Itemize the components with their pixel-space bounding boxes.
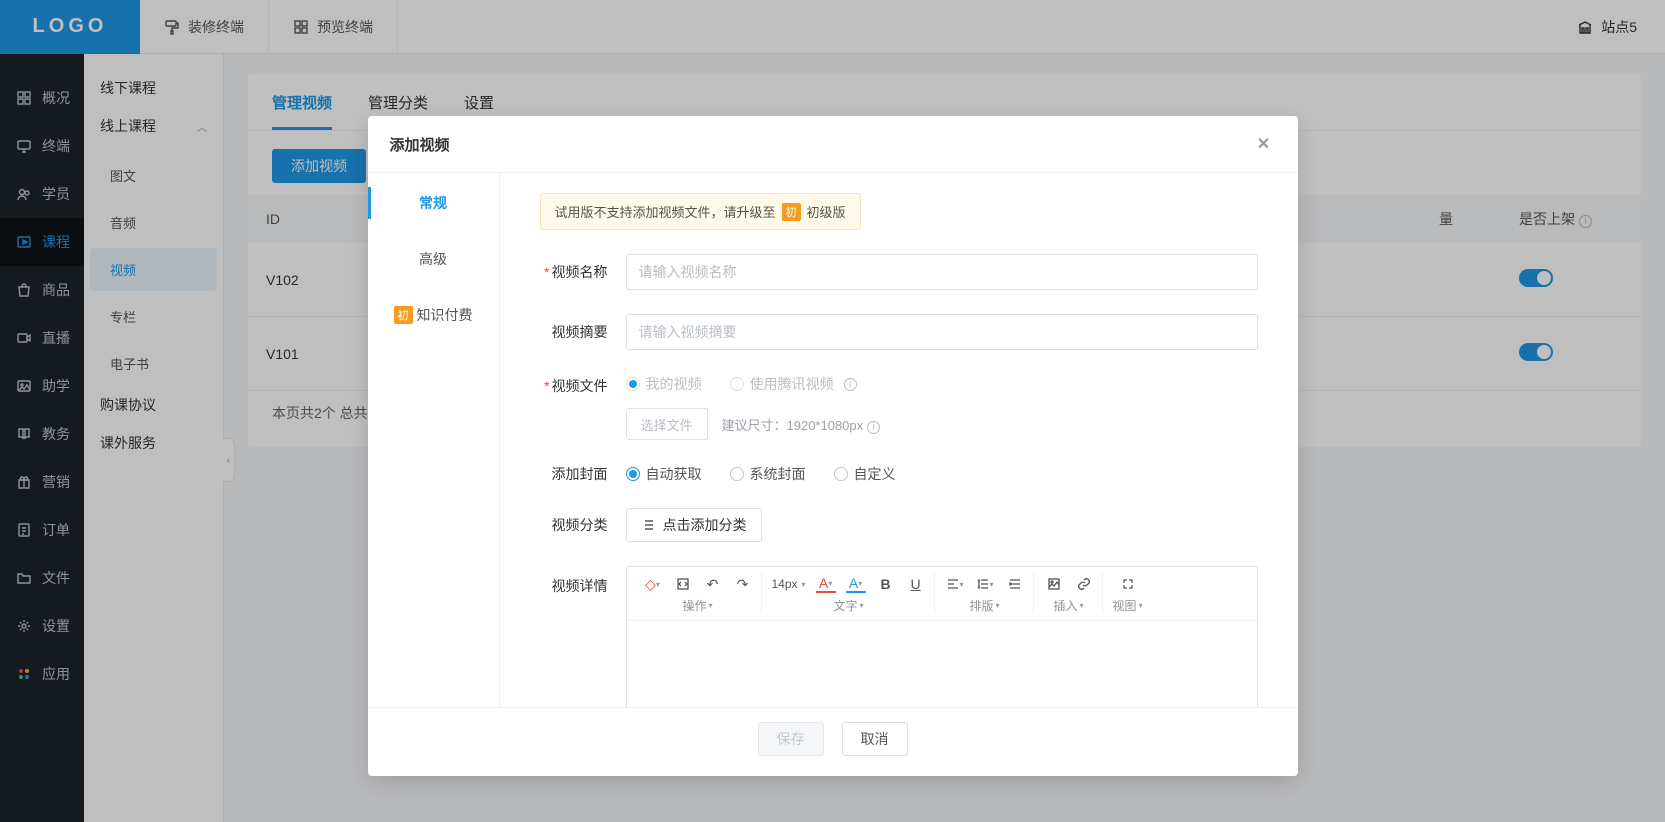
underline-icon[interactable]: U bbox=[906, 574, 926, 594]
editor-group-layout: 排版▾ bbox=[970, 597, 1000, 614]
modal-tab-normal[interactable]: 常规 bbox=[368, 175, 499, 231]
modal-title: 添加视频 bbox=[390, 134, 450, 155]
info-icon: i bbox=[867, 421, 880, 434]
redo-icon[interactable]: ↷ bbox=[733, 574, 753, 594]
modal-footer: 保存 取消 bbox=[368, 707, 1298, 776]
label-video-name: *视频名称 bbox=[540, 262, 626, 282]
editor-toolbar: ◇▾ ↶ ↷ 操作▾ 14px▾ bbox=[627, 567, 1257, 621]
radio-my-video[interactable]: 我的视频 bbox=[626, 374, 702, 394]
radio-cover-custom[interactable]: 自定义 bbox=[834, 464, 896, 484]
label-category: 视频分类 bbox=[540, 515, 626, 535]
image-insert-icon[interactable] bbox=[1044, 574, 1064, 594]
eraser-icon[interactable]: ◇▾ bbox=[643, 574, 663, 594]
badge-starter: 初 bbox=[782, 203, 801, 221]
link-insert-icon[interactable] bbox=[1074, 574, 1094, 594]
editor-group-view: 视图▾ bbox=[1113, 597, 1143, 614]
editor-content[interactable] bbox=[627, 621, 1257, 707]
close-icon[interactable]: ✕ bbox=[1252, 132, 1276, 156]
video-summary-input[interactable] bbox=[626, 314, 1258, 350]
line-height-icon[interactable]: ▾ bbox=[975, 574, 995, 594]
fullscreen-icon[interactable] bbox=[1118, 574, 1138, 594]
editor-group-insert: 插入▾ bbox=[1054, 597, 1084, 614]
cancel-button[interactable]: 取消 bbox=[842, 722, 908, 756]
modal-tab-advanced[interactable]: 高级 bbox=[368, 231, 499, 287]
label-detail: 视频详情 bbox=[540, 566, 626, 596]
file-hint: 建议尺寸：1920*1080pxi bbox=[722, 415, 881, 434]
label-video-file: *视频文件 bbox=[540, 374, 626, 396]
editor-group-text: 文字▾ bbox=[834, 597, 864, 614]
undo-icon[interactable]: ↶ bbox=[703, 574, 723, 594]
label-video-summary: 视频摘要 bbox=[540, 322, 626, 342]
modal-form: 试用版不支持添加视频文件，请升级至 初 初级版 *视频名称 视频摘要 *视频文件 bbox=[500, 173, 1298, 707]
modal-sidebar: 常规 高级 初知识付费 bbox=[368, 173, 500, 707]
video-name-input[interactable] bbox=[626, 254, 1258, 290]
radio-tencent-video[interactable]: 使用腾讯视频i bbox=[730, 374, 857, 394]
fontsize-select[interactable]: 14px▾ bbox=[772, 574, 806, 594]
align-icon[interactable]: ▾ bbox=[945, 574, 965, 594]
save-button[interactable]: 保存 bbox=[758, 722, 824, 756]
source-icon[interactable] bbox=[673, 574, 693, 594]
radio-cover-system[interactable]: 系统封面 bbox=[730, 464, 806, 484]
upgrade-alert: 试用版不支持添加视频文件，请升级至 初 初级版 bbox=[540, 193, 861, 230]
rich-editor: ◇▾ ↶ ↷ 操作▾ 14px▾ bbox=[626, 566, 1258, 707]
badge-starter: 初 bbox=[394, 306, 413, 324]
radio-cover-auto[interactable]: 自动获取 bbox=[626, 464, 702, 484]
bg-color-icon[interactable]: A▾ bbox=[846, 575, 866, 593]
modal-header: 添加视频 ✕ bbox=[368, 116, 1298, 173]
add-video-modal: 添加视频 ✕ 常规 高级 初知识付费 试用版不支持添加视频文件，请升级至 初 初… bbox=[368, 116, 1298, 776]
info-icon: i bbox=[844, 378, 857, 391]
font-color-icon[interactable]: A▾ bbox=[816, 575, 836, 593]
modal-tab-paid[interactable]: 初知识付费 bbox=[368, 287, 499, 343]
choose-file-button[interactable]: 选择文件 bbox=[626, 408, 708, 440]
add-category-button[interactable]: 点击添加分类 bbox=[626, 508, 762, 542]
modal-mask: 添加视频 ✕ 常规 高级 初知识付费 试用版不支持添加视频文件，请升级至 初 初… bbox=[0, 0, 1665, 822]
label-cover: 添加封面 bbox=[540, 464, 626, 484]
bold-icon[interactable]: B bbox=[876, 574, 896, 594]
editor-group-action: 操作▾ bbox=[682, 597, 712, 614]
indent-icon[interactable] bbox=[1005, 574, 1025, 594]
list-icon bbox=[641, 518, 655, 532]
